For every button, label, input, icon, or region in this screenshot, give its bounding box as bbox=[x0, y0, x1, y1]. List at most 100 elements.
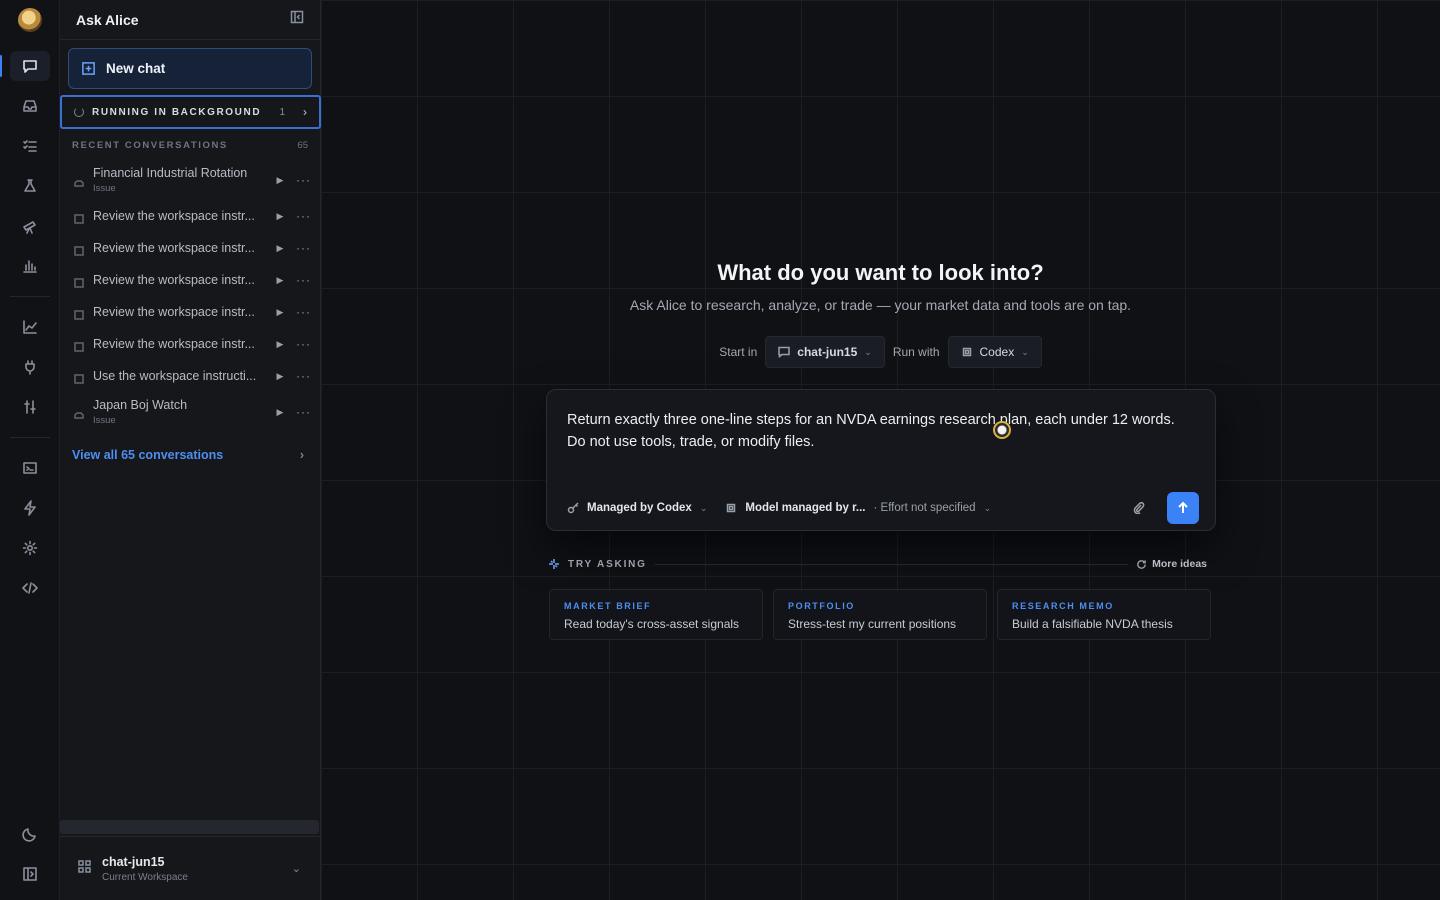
line-chart-icon[interactable] bbox=[10, 312, 50, 342]
code-icon[interactable] bbox=[10, 573, 50, 603]
managed-by-selector[interactable]: Managed by Codex bbox=[587, 502, 692, 514]
more-ideas-label: More ideas bbox=[1152, 558, 1207, 570]
more-options-icon[interactable]: ··· bbox=[289, 209, 311, 223]
more-options-icon[interactable]: ··· bbox=[289, 173, 311, 187]
more-options-icon[interactable]: ··· bbox=[289, 241, 311, 255]
suggestion-card-market-brief[interactable]: MARKET BRIEF Read today's cross-asset si… bbox=[549, 589, 763, 640]
sidebar-header: Ask Alice bbox=[60, 0, 320, 40]
chat-bubble-icon bbox=[74, 243, 84, 256]
sidebar-toggle-icon[interactable] bbox=[10, 859, 50, 889]
plug-icon[interactable] bbox=[10, 352, 50, 382]
flask-icon[interactable] bbox=[10, 171, 50, 201]
workspace-name: chat-jun15 bbox=[102, 854, 165, 869]
running-in-background-bar[interactable]: RUNNING IN BACKGROUND 1 › bbox=[60, 95, 321, 129]
play-icon[interactable]: ▶ bbox=[271, 211, 289, 222]
send-button[interactable] bbox=[1167, 492, 1199, 524]
bar-chart-icon[interactable] bbox=[10, 251, 50, 281]
chat-icon[interactable] bbox=[0, 51, 50, 81]
card-kicker: MARKET BRIEF bbox=[564, 601, 652, 611]
inbox-icon[interactable] bbox=[10, 91, 50, 121]
recent-count: 65 bbox=[297, 140, 308, 151]
alice-logo[interactable] bbox=[18, 8, 42, 32]
list-item[interactable]: Use the workspace instructi... ▶ ··· bbox=[60, 360, 321, 392]
sidebar-title: Ask Alice bbox=[76, 11, 139, 28]
terminal-icon[interactable] bbox=[10, 453, 50, 483]
chip-icon bbox=[962, 347, 971, 357]
suggestion-card-portfolio[interactable]: PORTFOLIO Stress-test my current positio… bbox=[773, 589, 987, 640]
chat-bubble-icon bbox=[778, 346, 791, 358]
chevron-right-icon: › bbox=[299, 448, 304, 462]
main-panel: What do you want to look into? Ask Alice… bbox=[321, 0, 1440, 900]
list-item[interactable]: Financial Industrial Rotation Issue ▶ ··· bbox=[60, 160, 321, 200]
play-icon[interactable]: ▶ bbox=[271, 175, 289, 186]
composer-toolbar: Managed by Codex ⌄ Model managed by r...… bbox=[567, 492, 1199, 524]
more-options-icon[interactable]: ··· bbox=[289, 273, 311, 287]
more-ideas-button[interactable]: More ideas bbox=[1136, 558, 1207, 570]
more-options-icon[interactable]: ··· bbox=[289, 369, 311, 383]
list-item[interactable]: Review the workspace instr... ▶ ··· bbox=[60, 200, 321, 232]
run-with-value: Codex bbox=[979, 345, 1015, 359]
chevron-down-icon: ⌄ bbox=[983, 502, 992, 513]
more-options-icon[interactable]: ··· bbox=[289, 305, 311, 319]
lightning-icon[interactable] bbox=[10, 493, 50, 523]
running-label: RUNNING IN BACKGROUND bbox=[92, 106, 262, 118]
issue-icon bbox=[74, 407, 84, 419]
page-title: What do you want to look into? bbox=[717, 260, 1044, 285]
task-list-icon[interactable] bbox=[10, 131, 50, 161]
recent-label: RECENT CONVERSATIONS bbox=[72, 140, 228, 151]
play-icon[interactable]: ▶ bbox=[271, 243, 289, 254]
conversation-title: Use the workspace instructi... bbox=[93, 369, 257, 383]
mouse-cursor bbox=[993, 421, 1011, 439]
telescope-icon[interactable] bbox=[10, 211, 50, 241]
card-kicker: PORTFOLIO bbox=[788, 601, 855, 611]
list-item[interactable]: Japan Boj Watch Issue ▶ ··· bbox=[60, 392, 321, 432]
list-item[interactable]: Review the workspace instr... ▶ ··· bbox=[60, 232, 321, 264]
run-with-dropdown[interactable]: Codex ⌄ bbox=[947, 336, 1042, 368]
play-icon[interactable]: ▶ bbox=[271, 307, 289, 318]
start-in-dropdown[interactable]: chat-jun15 ⌄ bbox=[765, 336, 885, 368]
view-all-conversations-link[interactable]: View all 65 conversations › bbox=[72, 448, 304, 462]
suggestion-card-research-memo[interactable]: RESEARCH MEMO Build a falsifiable NVDA t… bbox=[997, 589, 1211, 640]
sliders-icon[interactable] bbox=[10, 392, 50, 422]
play-icon[interactable]: ▶ bbox=[271, 407, 289, 418]
paperclip-icon[interactable] bbox=[1133, 502, 1145, 514]
more-options-icon[interactable]: ··· bbox=[289, 337, 311, 351]
chat-bubble-icon bbox=[74, 307, 84, 320]
collapse-panel-icon[interactable] bbox=[290, 10, 304, 29]
key-icon bbox=[567, 502, 579, 514]
recent-conversations-header: RECENT CONVERSATIONS 65 bbox=[72, 140, 308, 151]
sparkle-icon bbox=[549, 559, 559, 569]
chat-bubble-icon bbox=[74, 371, 84, 384]
list-item[interactable]: Review the workspace instr... ▶ ··· bbox=[60, 296, 321, 328]
prompt-input[interactable]: Return exactly three one-line steps for … bbox=[567, 409, 1175, 453]
more-options-icon[interactable]: ··· bbox=[289, 405, 311, 419]
try-asking-label: TRY ASKING bbox=[568, 558, 647, 570]
suggestion-cards: MARKET BRIEF Read today's cross-asset si… bbox=[549, 589, 1211, 640]
list-item[interactable]: Review the workspace instr... ▶ ··· bbox=[60, 328, 321, 360]
gear-icon[interactable] bbox=[10, 533, 50, 563]
effort-selector[interactable]: · Effort not specified bbox=[874, 502, 976, 514]
new-chat-button[interactable]: New chat bbox=[68, 48, 312, 89]
workspace-switcher[interactable]: chat-jun15 Current Workspace ⌄ bbox=[60, 836, 321, 900]
new-chat-label: New chat bbox=[106, 61, 166, 76]
list-item[interactable]: Review the workspace instr... ▶ ··· bbox=[60, 264, 321, 296]
play-icon[interactable]: ▶ bbox=[271, 275, 289, 286]
icon-rail bbox=[0, 0, 60, 900]
model-selector[interactable]: Model managed by r... bbox=[745, 502, 865, 514]
chat-bubble-icon bbox=[74, 275, 84, 288]
start-in-value: chat-jun15 bbox=[797, 345, 858, 359]
moon-icon[interactable] bbox=[10, 819, 50, 849]
spinner-icon bbox=[74, 107, 84, 117]
chevron-down-icon: ⌄ bbox=[291, 863, 301, 875]
grid-icon bbox=[78, 859, 91, 878]
run-with-label: Run with bbox=[892, 345, 940, 359]
play-icon[interactable]: ▶ bbox=[271, 371, 289, 382]
prompt-composer[interactable]: Return exactly three one-line steps for … bbox=[546, 389, 1216, 531]
refresh-icon bbox=[1137, 559, 1146, 569]
start-options-row: Start in chat-jun15 ⌄ Run with Codex ⌄ bbox=[321, 336, 1440, 368]
chevron-down-icon: ⌄ bbox=[1021, 346, 1029, 357]
running-count: 1 bbox=[279, 106, 285, 118]
play-icon[interactable]: ▶ bbox=[271, 339, 289, 350]
sidebar-scrollbar[interactable] bbox=[60, 820, 319, 834]
try-asking-header: TRY ASKING More ideas bbox=[548, 558, 1207, 570]
